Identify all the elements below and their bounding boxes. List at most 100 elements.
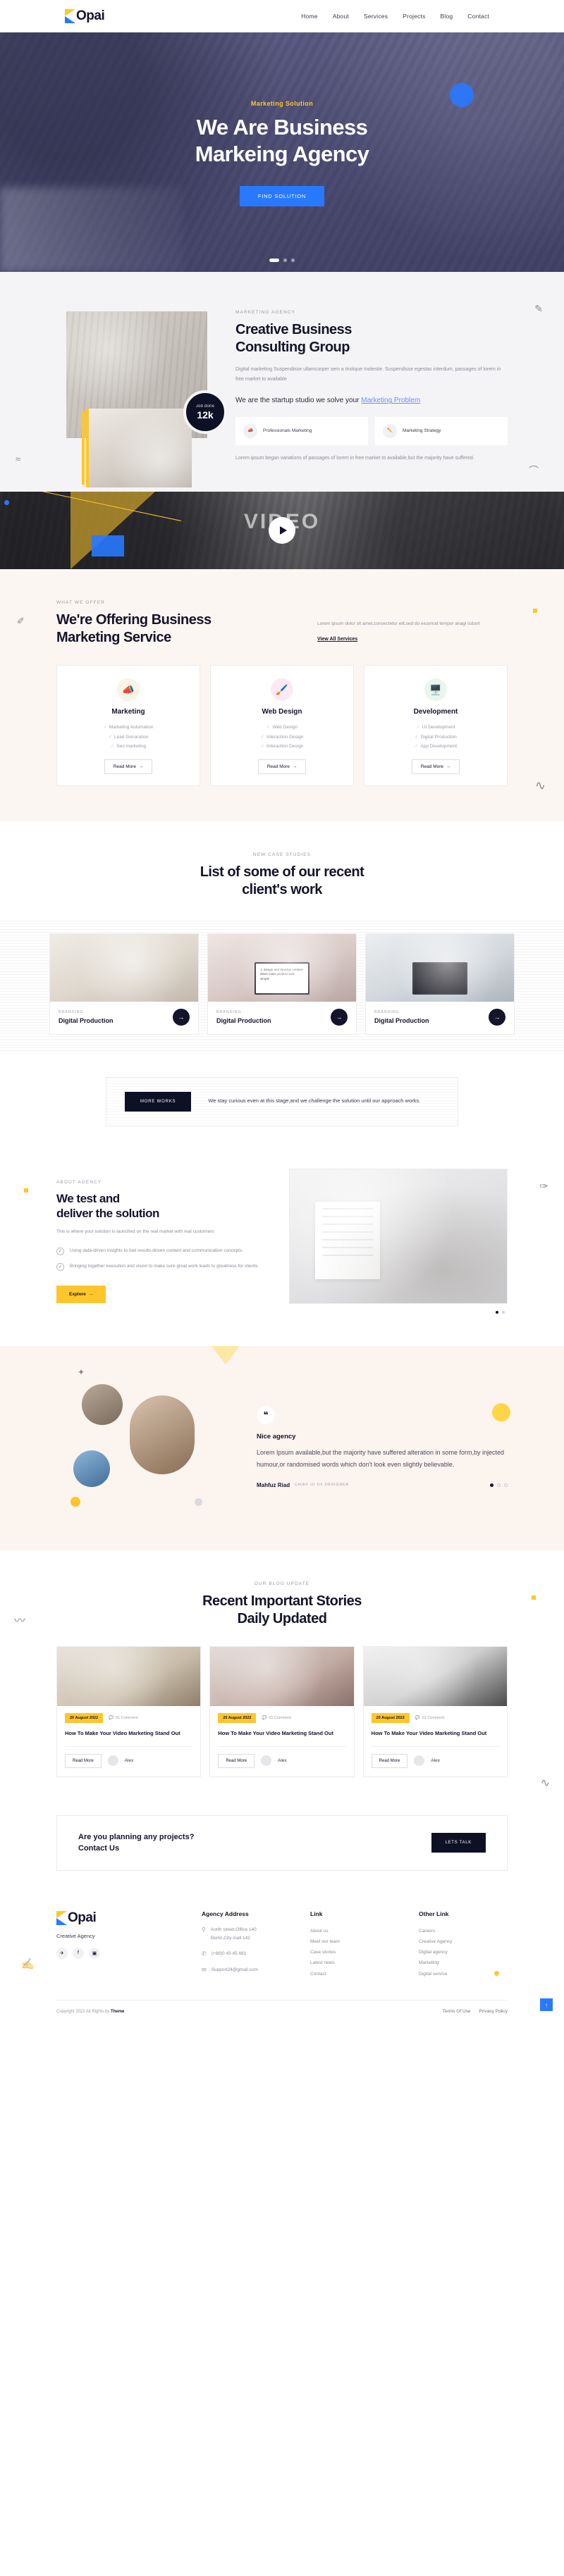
code-window-icon: 🖥️ [424, 678, 447, 702]
hero-dot-1[interactable] [269, 259, 279, 262]
testimonial-text: Lorem Ipsum available,but the majority h… [257, 1449, 505, 1469]
blog-read-more-button[interactable]: Read More [218, 1753, 255, 1768]
solution-point-text: Using data-driven insights to fuel resul… [70, 1248, 244, 1254]
blog-date: 20 August 2022 [371, 1712, 410, 1723]
copyright-brand[interactable]: Theme [111, 2010, 124, 2014]
about-mini-card-professionals[interactable]: 📣 Professionals Marketing [235, 416, 368, 445]
footer-other-digital-service[interactable]: Digital service [419, 1969, 508, 1979]
footer-link-contact[interactable]: Contact [310, 1969, 399, 1979]
play-icon[interactable] [269, 516, 295, 544]
case-title: Digital Production [374, 1016, 429, 1024]
arrow-right-icon[interactable]: → [489, 1008, 505, 1026]
footer-link-team[interactable]: Meet our team [310, 1936, 399, 1947]
explore-button[interactable]: Explore → [56, 1285, 106, 1303]
service-read-more-button[interactable]: Read More → [411, 759, 460, 775]
footer-logo[interactable]: Opai [56, 1910, 182, 1926]
about-mini-card-strategy[interactable]: ✏️ Marketing Strategy [375, 416, 508, 445]
nav-item-home[interactable]: Home [301, 13, 317, 20]
service-card-web-design[interactable]: 🖌️ Web Design ✓ Web Design ✓ Interaction D… [210, 665, 354, 787]
avatar [261, 1755, 272, 1767]
arrow-right-icon[interactable]: → [173, 1008, 190, 1026]
nav-item-services[interactable]: Services [364, 13, 388, 20]
logo-mark-icon [65, 9, 75, 23]
case-tag: BRANDING [374, 1009, 400, 1014]
divider [65, 1746, 193, 1747]
nav-item-projects[interactable]: Projects [403, 13, 425, 20]
logo-text: Opai [76, 8, 105, 23]
footer-link-cases[interactable]: Case stories [310, 1947, 399, 1958]
copyright-text: Copyright 2022 All Rights by [56, 2009, 111, 2014]
blog-date: 20 August 2022 [218, 1712, 257, 1723]
laptop-mockup: 1. design and develop creative ideas mak… [255, 962, 309, 995]
footer-other-creative[interactable]: Creative Agency [419, 1936, 508, 1947]
nav-item-blog[interactable]: Blog [440, 13, 453, 20]
terms-of-use-link[interactable]: Terms Of Use [443, 2009, 471, 2014]
check-circle-icon: ✓ [56, 1263, 64, 1271]
find-solution-button[interactable]: FIND SOLUTION [239, 185, 325, 206]
nav-item-contact[interactable]: Contact [467, 13, 489, 20]
footer-other-marketing[interactable]: Marketing [419, 1958, 508, 1968]
hero-dot-3[interactable] [291, 259, 295, 262]
cases-title-line2: client's work [242, 882, 322, 898]
twitter-icon[interactable]: ✈ [56, 1947, 68, 1959]
hero-dot-2[interactable] [283, 259, 287, 262]
testimonial-dot-3[interactable] [504, 1483, 508, 1487]
more-works-section: MORE WORKS We stay curious even at this … [0, 1052, 564, 1152]
footer-other-digital-agency[interactable]: Digital agency [419, 1947, 508, 1958]
case-card[interactable]: BRANDING Digital Production → [49, 933, 199, 1035]
nav-item-about[interactable]: About [333, 13, 349, 20]
laptop-mockup [412, 962, 467, 995]
case-card[interactable]: BRANDING Digital Production → [365, 933, 515, 1035]
job-done-badge: Job done 12k [183, 390, 227, 434]
more-works-button[interactable]: MORE WORKS [125, 1091, 192, 1112]
footer-link-news[interactable]: Latest news [310, 1958, 399, 1968]
blog-card[interactable]: 20 August 2022 💬 01 Comment How To Make Y… [209, 1645, 355, 1777]
lets-talk-button[interactable]: LETS TALK [431, 1833, 486, 1853]
footer-link-about[interactable]: About us [310, 1926, 399, 1936]
testimonial-dot-2[interactable] [497, 1483, 501, 1487]
instagram-icon[interactable]: ▣ [89, 1947, 100, 1959]
services-title-line1: We're Offering Business [56, 611, 212, 628]
service-card-marketing[interactable]: 📣 Marketing ✓ Marketing Automation ✓ Lead … [56, 665, 200, 787]
case-card[interactable]: 1. design and develop creative ideas mak… [207, 933, 357, 1035]
case-title: Digital Production [216, 1016, 271, 1024]
logo[interactable]: Opai [65, 8, 105, 24]
solution-dot-1[interactable] [496, 1310, 498, 1314]
hero-title-line2: Markeing Agency [195, 141, 369, 166]
services-side-text: Lorem ipsum dolor sit amet,consectetur e… [317, 621, 480, 627]
footer-other-careers[interactable]: Careers [419, 1926, 508, 1936]
blog-card[interactable]: 20 August 2022 💬 01 Comment How To Make Y… [362, 1645, 508, 1777]
arrow-right-icon[interactable]: → [331, 1008, 348, 1026]
service-item: ✓ Interaction Design [260, 734, 304, 740]
facebook-icon[interactable]: f [73, 1947, 84, 1959]
testimonial-dot-1[interactable] [490, 1483, 494, 1487]
case-studies-section: NEW CASE STUDIES List of some of our rec… [0, 821, 564, 1053]
footer-phone[interactable]: ✆ (+88)0 45 45 661 [202, 1950, 290, 1958]
blog-card[interactable]: 20 August 2022 💬 01 Comment How To Make Y… [56, 1645, 202, 1777]
service-card-development[interactable]: 🖥️ Development ✓ UI Development ✓ Digital … [364, 665, 508, 787]
service-read-more-button[interactable]: Read More → [104, 759, 153, 775]
footer-logo-text: Opai [68, 1910, 97, 1925]
marketing-problem-link[interactable]: Marketing Problem [361, 397, 420, 404]
testimonial-carousel-dots[interactable] [490, 1483, 508, 1487]
service-item: ✓ App Development [414, 743, 458, 749]
privacy-policy-link[interactable]: Privacy Policy [479, 2009, 508, 2014]
solution-point: ✓ Using data-driven insights to fuel res… [56, 1247, 268, 1256]
yellow-triangle-decor [212, 1345, 240, 1364]
avatar [73, 1450, 110, 1487]
about-photo-secondary [86, 409, 192, 487]
solution-carousel-dots[interactable] [289, 1310, 508, 1314]
scroll-to-top-icon[interactable]: ↑ [540, 1998, 553, 2012]
comment-icon: 💬 [262, 1715, 267, 1720]
case-title: Digital Production [59, 1016, 114, 1024]
blog-read-more-button[interactable]: Read More [371, 1753, 408, 1768]
footer-email[interactable]: ✉ Support24@gmail.com [202, 1966, 290, 1974]
divider [371, 1746, 499, 1747]
service-read-more-button[interactable]: Read More → [257, 759, 307, 775]
blog-read-more-button[interactable]: Read More [65, 1753, 102, 1768]
footer-address: ⚲ Aorth street,Office 140 Berlin,City mal… [202, 1926, 290, 1943]
hero-carousel-dots[interactable] [269, 259, 295, 262]
solution-dot-2[interactable] [502, 1310, 505, 1314]
about-section: ✎ ≈ ⌒ Job done 12k MARKETING AGENCY Crea… [0, 272, 564, 492]
view-all-services-link[interactable]: View All Services [317, 637, 357, 642]
